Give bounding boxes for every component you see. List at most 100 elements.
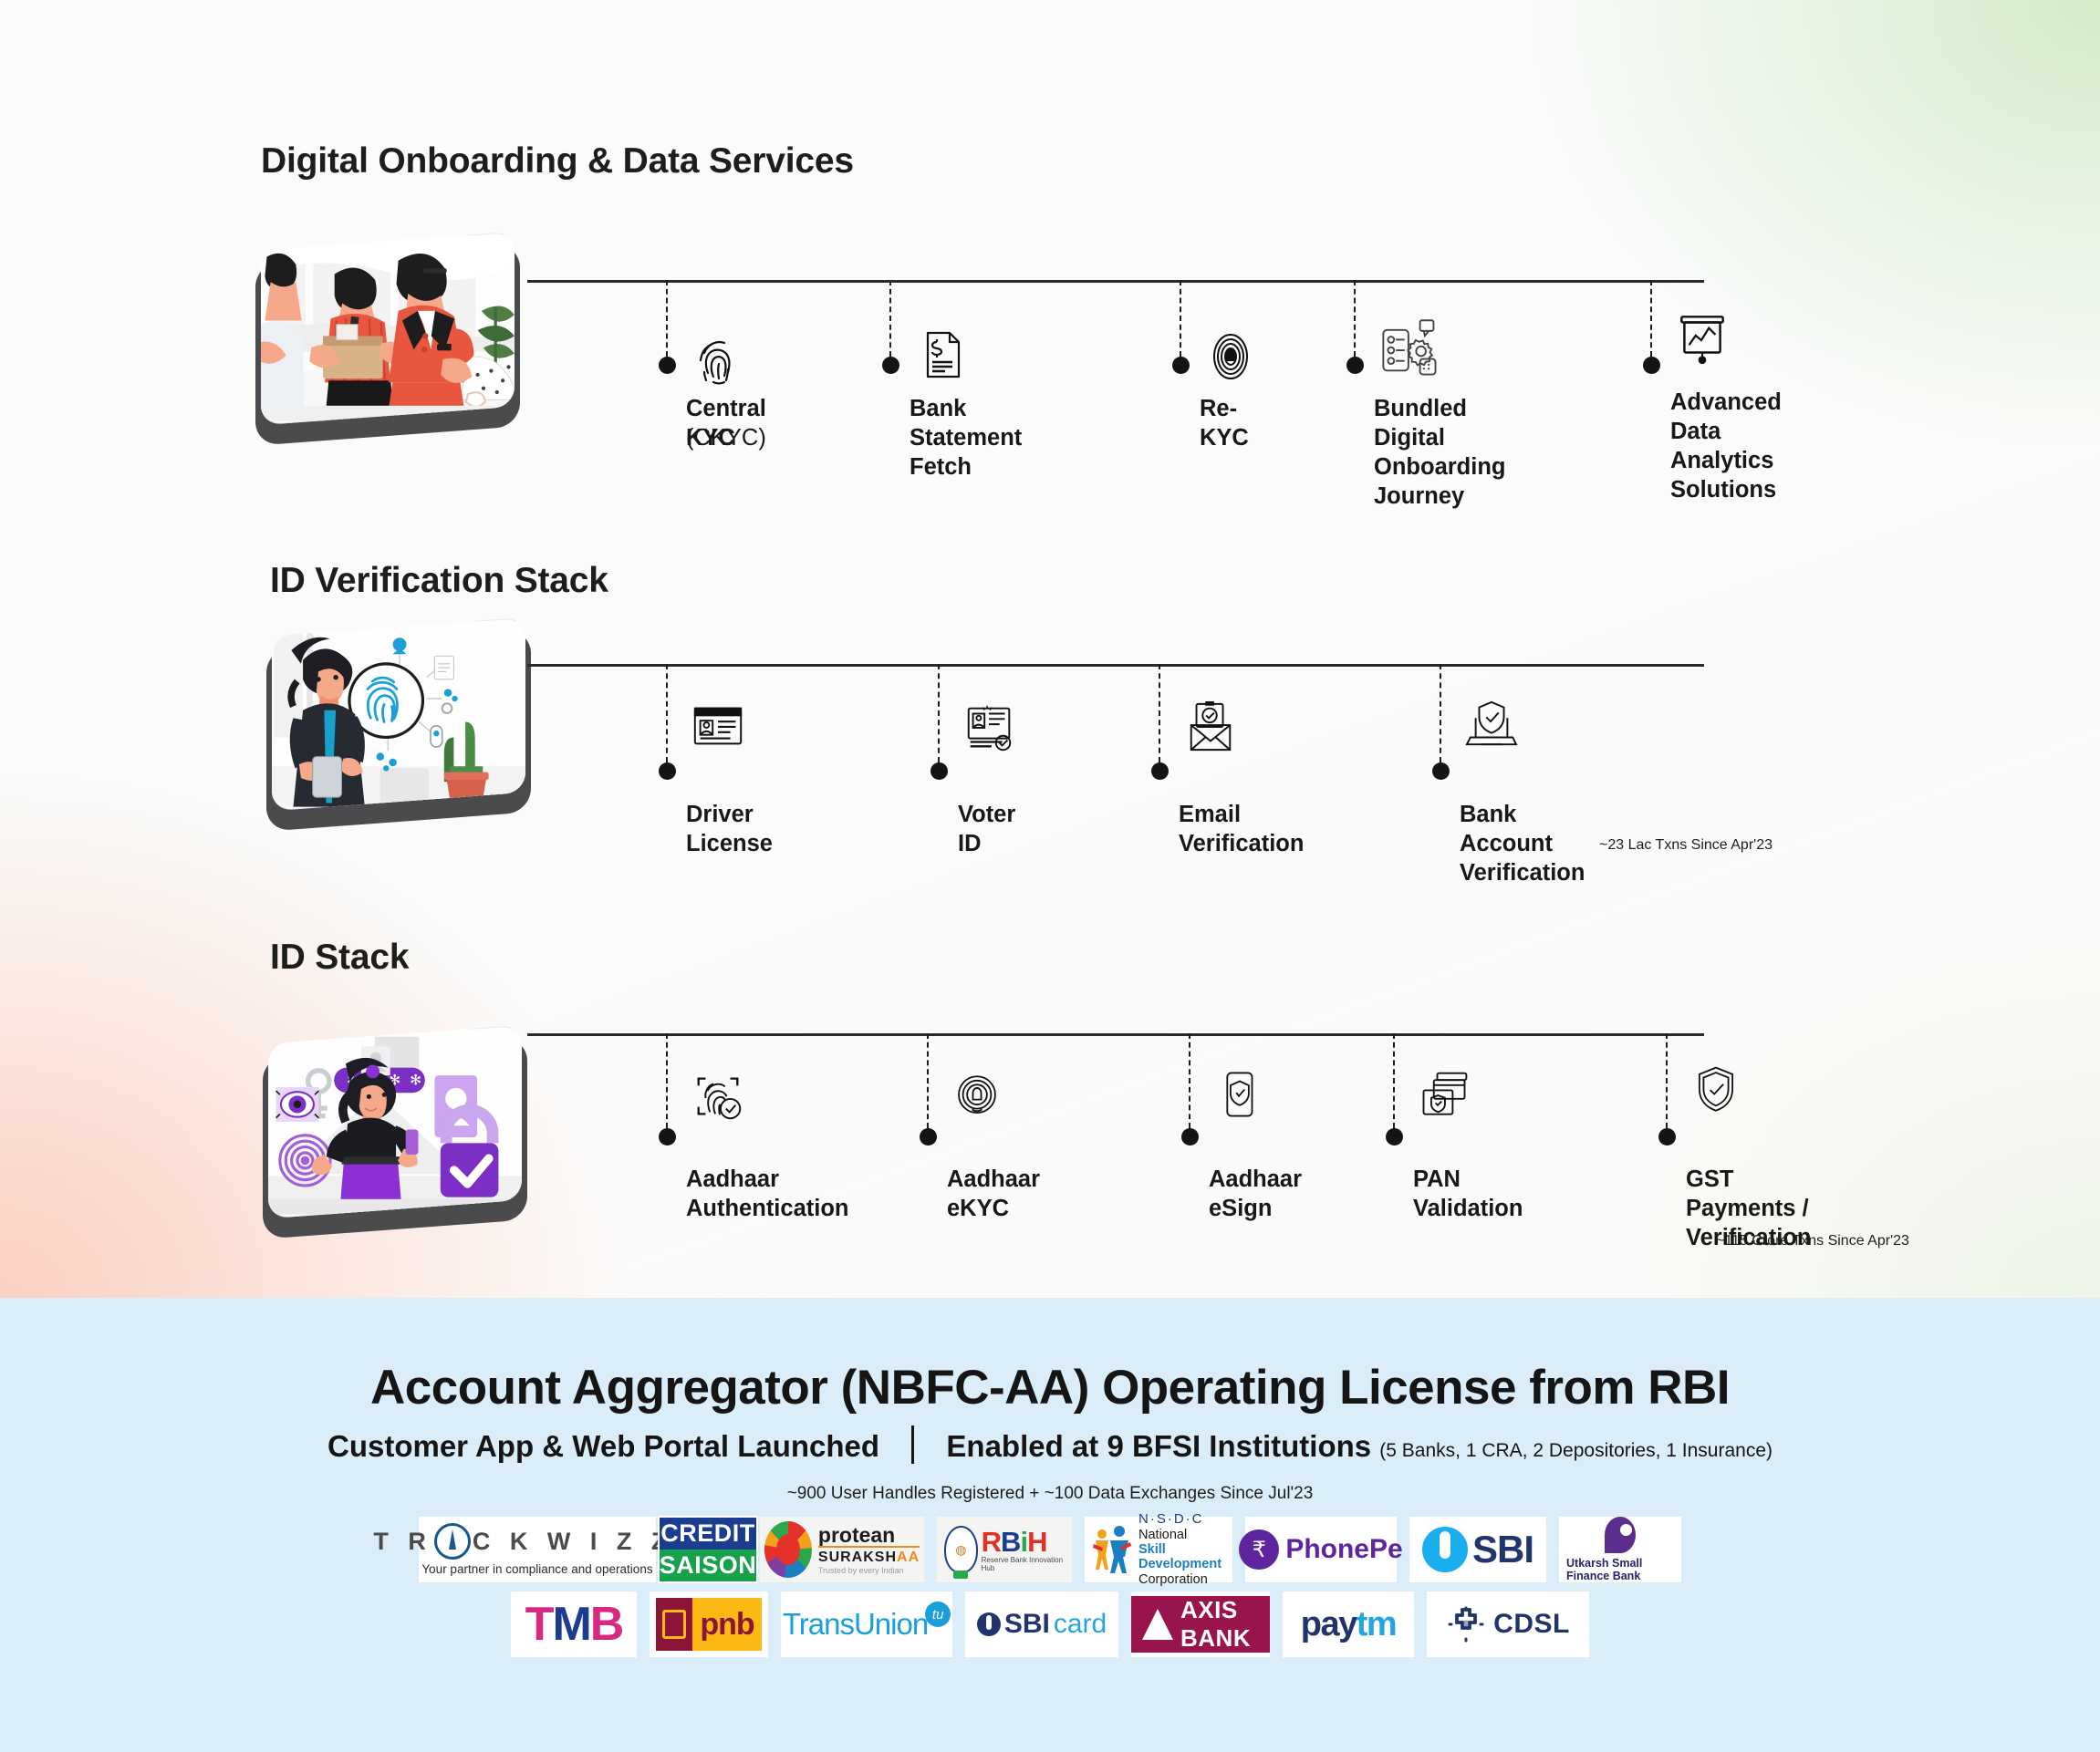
- pnb-wordmark: pnb: [700, 1606, 754, 1642]
- nsdc-line-national: National: [1138, 1527, 1188, 1542]
- node-label: Aadhaar eSign: [1209, 1166, 1303, 1221]
- logo-rbih: ◍ RBiH Reserve Bank Innovation Hub: [937, 1517, 1072, 1582]
- fingerprint-icon: [690, 331, 746, 388]
- onboarding-team-illustration: [248, 231, 522, 446]
- biometric-scan-icon: [1201, 327, 1258, 384]
- node-label: Voter ID: [958, 802, 1016, 856]
- phonepe-wordmark: PhonePe: [1285, 1534, 1403, 1564]
- section-title: ID Verification Stack: [270, 561, 608, 600]
- node-label: Bundled Digital Onboarding Journey: [1374, 396, 1506, 509]
- verified-email-icon: [1182, 700, 1239, 757]
- logo-utkarsh-small-finance-bank: Utkarsh Small Finance Bank: [1559, 1517, 1681, 1582]
- sbi-card-text-card: card: [1053, 1609, 1107, 1639]
- axis-bank-mark-icon: [1142, 1609, 1173, 1640]
- logo-trackwizz: T RC K W I Z ZTM Your partner in complia…: [373, 1517, 695, 1582]
- protean-emblem-icon: [764, 1521, 812, 1578]
- partner-logos-row-2-inner: TMB pnb TransUnion tu SBI card AXIS BANK…: [0, 1591, 2100, 1657]
- pnb-emblem-icon: [656, 1598, 693, 1651]
- rbih-tagline: Reserve Bank Innovation Hub: [981, 1555, 1064, 1572]
- logo-paytm: paytm: [1283, 1591, 1414, 1657]
- aa-title: Account Aggregator (NBFC-AA) Operating L…: [370, 1361, 1730, 1415]
- trackwizz-compass-icon: [433, 1523, 471, 1560]
- section-id-verification-stack: ID Verification Stack Driver License Vot…: [0, 511, 2100, 894]
- document-dollar-icon: [913, 326, 970, 382]
- sbi-wordmark: SBI: [1471, 1528, 1534, 1571]
- axis-bank-wordmark: AXIS BANK: [1180, 1596, 1252, 1652]
- node-sublabel: (CKYC): [686, 425, 766, 451]
- fingerprint-verification-illustration: [259, 617, 533, 832]
- sbi-card-text-sbi: SBI: [1003, 1609, 1050, 1639]
- aa-sub-left: Customer App & Web Portal Launched: [327, 1429, 880, 1463]
- sbi-keyhole-icon: [1421, 1527, 1468, 1572]
- node-note: ~23 Lac Txns Since Apr'23: [1599, 837, 1773, 853]
- protean-tagline: Trusted by every Indian: [817, 1565, 904, 1575]
- rbih-bulb-icon: ◍: [944, 1526, 978, 1579]
- logo-tmb: TMB: [511, 1591, 637, 1657]
- utkarsh-mark-icon: [1605, 1517, 1636, 1553]
- rbih-wordmark: RBiH: [981, 1525, 1048, 1558]
- nsdc-people-icon: [1092, 1524, 1132, 1575]
- nsdc-line-skill: Skill Development: [1138, 1542, 1222, 1572]
- analytics-board-icon: [1672, 307, 1729, 365]
- transunion-badge-icon: tu: [925, 1602, 951, 1627]
- logo-phonepe: ₹ PhonePe: [1239, 1517, 1403, 1582]
- node-label: Aadhaar Authentication: [686, 1166, 849, 1221]
- phone-shield-icon: [1212, 1068, 1269, 1125]
- node-label: Re-KYC: [1200, 396, 1249, 451]
- section-digital-onboarding: Digital Onboarding & Data Services Centr…: [0, 0, 2100, 511]
- trackwizz-wordmark: T RC K W I Z ZTM: [373, 1523, 701, 1560]
- fingerprint-check-icon: [690, 1068, 746, 1125]
- timeline-rule: [527, 1033, 1704, 1036]
- node-label: Bank Account Verification: [1460, 802, 1585, 886]
- aa-note: ~900 User Handles Registered + ~100 Data…: [786, 1484, 1314, 1503]
- voter-id-icon: [962, 702, 1018, 759]
- logo-protean-surakshaa: protean SURAKSHAA Trusted by every India…: [760, 1517, 924, 1582]
- timeline-rule: [527, 280, 1704, 283]
- section-account-aggregator: Account Aggregator (NBFC-AA) Operating L…: [0, 1298, 2100, 1752]
- paytm-wordmark: paytm: [1300, 1604, 1398, 1643]
- shield-check-icon: [1689, 1064, 1746, 1121]
- logo-sbi: SBI: [1409, 1517, 1546, 1582]
- utkarsh-wordmark: Utkarsh Small Finance Bank: [1566, 1557, 1643, 1582]
- nsdc-line-corp: Corporation: [1138, 1571, 1208, 1587]
- logo-credit-saison: CREDIT SAISON: [657, 1516, 759, 1583]
- node-label: Driver License: [686, 802, 773, 856]
- aa-sub-right: Enabled at 9 BFSI Institutions: [946, 1429, 1372, 1463]
- section-id-stack: ID Stack ✻ ✻ ✻ ✻: [0, 898, 2100, 1300]
- logo-nsdc: N·S·D·C National Skill Development Corpo…: [1085, 1511, 1232, 1587]
- node-label: PAN Validation: [1413, 1166, 1523, 1221]
- node-label: Advanced Data Analytics Solutions: [1670, 389, 1782, 503]
- logo-cdsl: CDSL: [1427, 1591, 1589, 1657]
- tmb-wordmark: TMB: [525, 1598, 625, 1651]
- credit-saison-line2: SAISON: [659, 1550, 757, 1581]
- protean-name: protean: [817, 1522, 896, 1547]
- section-title: Digital Onboarding & Data Services: [261, 141, 854, 181]
- sbi-card-keyhole-icon: [976, 1612, 1001, 1636]
- cards-shield-icon: [1417, 1068, 1473, 1125]
- node-label: Email Verification: [1179, 802, 1305, 856]
- driver-license-icon: [690, 702, 746, 759]
- partner-logos-row-1: T RC K W I Z ZTM Your partner in complia…: [0, 1511, 2100, 1587]
- aa-sub-divider: [911, 1425, 915, 1464]
- workflow-gear-icon: [1377, 316, 1437, 376]
- cdsl-emblem-icon: [1446, 1604, 1486, 1644]
- aa-sub-right-paren: (5 Banks, 1 CRA, 2 Depositories, 1 Insur…: [1379, 1440, 1773, 1461]
- node-label: Aadhaar eKYC: [947, 1166, 1041, 1221]
- logo-pnb: pnb: [650, 1591, 768, 1657]
- nsdc-initials: N·S·D·C: [1138, 1511, 1204, 1528]
- node-label: Bank Statement Fetch: [910, 396, 1023, 480]
- transunion-wordmark: TransUnion: [782, 1607, 929, 1641]
- cdsl-wordmark: CDSL: [1493, 1609, 1570, 1639]
- credit-saison-line1: CREDIT: [659, 1518, 757, 1550]
- node-note: ~115 Crore Txns Since Apr'23: [1716, 1233, 1909, 1249]
- logo-sbi-card: SBI card: [965, 1591, 1118, 1657]
- aadhaar-security-illustration: ✻ ✻ ✻ ✻: [255, 1024, 529, 1239]
- section-title: ID Stack: [270, 938, 410, 977]
- logo-transunion: TransUnion tu: [781, 1591, 952, 1657]
- timeline-rule: [527, 664, 1704, 667]
- protean-surakshaa: SURAKSHAA: [817, 1545, 920, 1566]
- phonepe-icon: ₹: [1239, 1529, 1280, 1570]
- trackwizz-tagline: Your partner in compliance and operation…: [421, 1562, 653, 1576]
- laptop-shield-icon: [1463, 699, 1520, 755]
- logo-axis-bank: AXIS BANK: [1131, 1591, 1270, 1657]
